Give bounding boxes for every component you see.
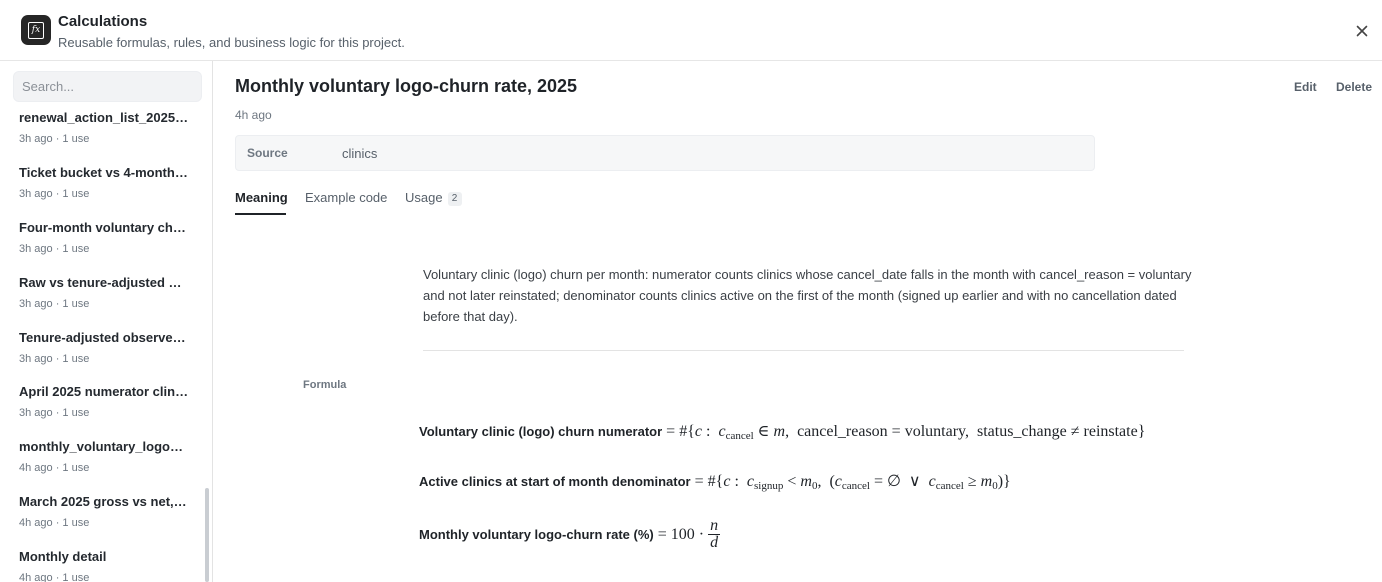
edit-button[interactable]: Edit xyxy=(1294,80,1317,94)
modal-header: fx Calculations Reusable formulas, rules… xyxy=(0,0,1382,61)
list-item[interactable]: monthly_voluntary_logo_ch… 4h ago · 1 us… xyxy=(0,438,204,488)
formula-heading: Formula xyxy=(303,379,347,391)
tab-meaning[interactable]: Meaning xyxy=(235,190,288,205)
calculation-detail: Monthly voluntary logo-churn rate, 2025 … xyxy=(213,61,1382,582)
list-item-name: monthly_voluntary_logo_ch… xyxy=(19,439,189,454)
formula-expression: 100 · xyxy=(666,525,705,543)
tab-example-code[interactable]: Example code xyxy=(305,190,387,205)
list-item-name: Four-month voluntary chur… xyxy=(19,220,189,235)
close-button[interactable] xyxy=(1352,21,1372,41)
calculations-sidebar: renewal_action_list_2025_09 3h ago · 1 u… xyxy=(0,61,213,582)
list-item-meta: 4h ago · 1 use xyxy=(19,462,90,474)
formula-numerator: Voluntary clinic (logo) churn numerator … xyxy=(419,421,1146,443)
meaning-text: Voluntary clinic (logo) churn per month:… xyxy=(423,267,1192,324)
divider xyxy=(423,350,1184,351)
list-item-meta: 4h ago · 1 use xyxy=(19,517,90,529)
list-item[interactable]: April 2025 numerator clini… 3h ago · 1 u… xyxy=(0,383,204,433)
formula-expression: #{c : ccancel ∈ m, cancel_reason = volun… xyxy=(675,423,1146,442)
list-item-name: Raw vs tenure-adjusted m… xyxy=(19,275,189,290)
list-item-meta: 3h ago · 1 use xyxy=(19,243,90,255)
list-item[interactable]: Ticket bucket vs 4-month … 3h ago · 1 us… xyxy=(0,164,204,214)
list-item-meta: 4h ago · 1 use xyxy=(19,572,90,582)
source-panel: Source clinics xyxy=(235,135,1095,171)
close-icon xyxy=(1356,25,1368,37)
list-item-name: renewal_action_list_2025_09 xyxy=(19,110,189,125)
formula-rate: Monthly voluntary logo-churn rate (%) = … xyxy=(419,517,721,551)
active-tab-indicator xyxy=(235,213,286,215)
search-input[interactable] xyxy=(13,71,202,102)
formula-equals: = xyxy=(666,422,676,440)
list-item-name: April 2025 numerator clini… xyxy=(19,384,189,399)
formula-equals: = xyxy=(657,525,667,543)
list-item[interactable]: Monthly detail 4h ago · 1 use xyxy=(0,548,204,582)
list-item[interactable]: Raw vs tenure-adjusted m… 3h ago · 1 use xyxy=(0,274,204,324)
formula-equals: = xyxy=(694,472,704,490)
list-item-name: Monthly detail xyxy=(19,549,107,564)
formula-denominator: Active clinics at start of month denomin… xyxy=(419,471,1011,493)
list-item-meta: 3h ago · 1 use xyxy=(19,298,90,310)
formula-label: Monthly voluntary logo-churn rate (%) xyxy=(419,527,654,542)
list-item[interactable]: Four-month voluntary chur… 3h ago · 1 us… xyxy=(0,219,204,269)
sidebar-scrollbar[interactable] xyxy=(205,488,209,582)
fx-function-icon: fx xyxy=(21,15,51,45)
list-item-meta: 3h ago · 1 use xyxy=(19,353,90,365)
list-item[interactable]: Tenure-adjusted observed… 3h ago · 1 use xyxy=(0,329,204,379)
list-item-meta: 3h ago · 1 use xyxy=(19,407,90,419)
formula-fraction: n d xyxy=(708,517,721,551)
usage-count-badge: 2 xyxy=(447,192,462,206)
list-item-meta: 3h ago · 1 use xyxy=(19,133,90,145)
list-item-name: Tenure-adjusted observed… xyxy=(19,330,189,345)
tab-usage-label: Usage xyxy=(405,190,443,205)
modal-subtitle: Reusable formulas, rules, and business l… xyxy=(58,35,405,50)
list-item[interactable]: renewal_action_list_2025_09 3h ago · 1 u… xyxy=(0,109,204,159)
list-item-meta: 3h ago · 1 use xyxy=(19,188,90,200)
modal-title: Calculations xyxy=(58,13,148,30)
formula-label: Voluntary clinic (logo) churn numerator xyxy=(419,424,663,439)
list-item[interactable]: March 2025 gross vs net, a… 4h ago · 1 u… xyxy=(0,493,204,543)
page-title: Monthly voluntary logo-churn rate, 2025 xyxy=(235,76,578,96)
delete-button[interactable]: Delete xyxy=(1336,80,1372,94)
list-item-name: March 2025 gross vs net, a… xyxy=(19,494,189,509)
source-value: clinics xyxy=(342,146,378,161)
tab-usage[interactable]: Usage 2 xyxy=(405,190,462,206)
formula-label: Active clinics at start of month denomin… xyxy=(419,474,691,489)
formula-expression: #{c : csignup < m0, (ccancel = ∅ ∨ ccanc… xyxy=(703,473,1011,492)
source-label: Source xyxy=(247,146,288,160)
updated-time: 4h ago xyxy=(235,108,272,122)
list-item-name: Ticket bucket vs 4-month … xyxy=(19,165,189,180)
